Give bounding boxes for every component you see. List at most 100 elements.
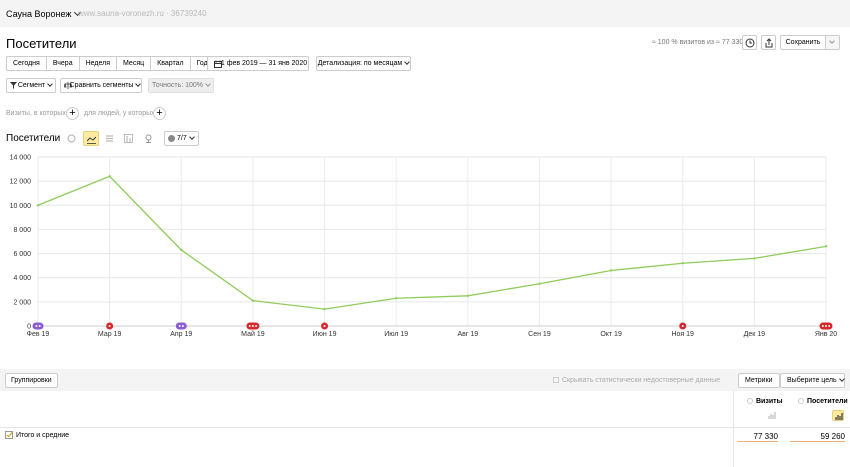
add-people-filter-button[interactable]: +	[153, 107, 166, 120]
total-visitors: 59 260	[820, 432, 845, 441]
compare-segments-button[interactable]: Сравнить сегменты	[60, 78, 142, 93]
save-button[interactable]: Сохранить	[780, 35, 826, 50]
annotation-marker[interactable]	[32, 322, 44, 330]
annotation-dot	[181, 325, 184, 327]
annotation-dot	[255, 325, 258, 327]
annotation-marker[interactable]	[106, 322, 114, 330]
chevron-down-icon	[47, 81, 53, 87]
data-point	[538, 282, 541, 285]
checkbox-icon	[553, 377, 559, 384]
counter-meta: www.sauna-voronezh.ru · 36739240	[78, 9, 207, 18]
chevron-down-icon	[404, 59, 411, 65]
chart-title: Посетители	[6, 133, 61, 144]
period-quarter[interactable]: Квартал	[150, 56, 191, 71]
chart-type-stacked[interactable]	[102, 131, 118, 146]
total-visits-bar	[737, 441, 778, 442]
data-point	[681, 262, 684, 265]
annotation-marker[interactable]	[246, 322, 260, 330]
data-point	[180, 248, 183, 252]
column-visitors[interactable]: Посетители	[798, 398, 848, 405]
map-pin-icon	[145, 134, 152, 143]
groupings-button[interactable]: Группировки	[5, 373, 58, 388]
x-tick-label: Май 19	[241, 330, 265, 338]
x-tick-label: Мар 19	[98, 331, 122, 338]
people-filter-hint: для людей, у которых	[84, 110, 155, 117]
accuracy-label: Точность: 100%	[151, 82, 204, 89]
bar-chart-icon	[124, 134, 133, 143]
compare-label: Сравнить сегменты	[69, 82, 134, 89]
add-visits-filter-button[interactable]: +	[66, 107, 79, 120]
y-tick-label: 10 000	[10, 203, 32, 210]
annotation-marker[interactable]	[679, 322, 687, 330]
annotation-badge	[32, 322, 44, 330]
annotation-dot	[681, 325, 684, 327]
data-point	[609, 269, 613, 272]
plus-icon: +	[69, 107, 76, 119]
annotation-marker[interactable]	[819, 322, 833, 330]
counter-selector[interactable]: Сауна Воронеж	[6, 8, 82, 19]
export-button[interactable]	[761, 35, 776, 50]
data-point	[323, 307, 326, 311]
x-tick-label: Авг 19	[457, 331, 478, 338]
segment-button[interactable]: Сегмент	[6, 78, 56, 93]
column-visits[interactable]: Визиты	[747, 398, 783, 405]
save-options-button[interactable]	[825, 35, 840, 50]
bar-chart-icon	[768, 412, 776, 419]
filter-icon	[10, 82, 17, 89]
top-bar: Сауна Воронеж www.sauna-voronezh.ru · 36…	[0, 0, 850, 27]
chart-toggle-visits[interactable]	[766, 410, 778, 421]
bar-chart-icon	[835, 413, 843, 420]
history-button[interactable]	[742, 35, 757, 50]
totals-label: Итого и средние	[16, 432, 70, 439]
chart-type-line[interactable]	[83, 131, 99, 146]
share-icon	[765, 38, 773, 48]
period-week[interactable]: Неделя	[78, 56, 118, 71]
annotation-dot	[825, 325, 827, 327]
hide-unreliable-checkbox[interactable]: Скрывать статистически недостоверные дан…	[553, 377, 720, 384]
chart-toggle-visitors[interactable]	[832, 410, 844, 421]
chart-metrics-select[interactable]: 7/7	[164, 131, 199, 146]
y-tick-label: 8 000	[13, 227, 31, 234]
metrics-button[interactable]: Метрики	[738, 373, 780, 388]
chart-type-bar[interactable]	[121, 131, 137, 146]
chart-type-pie[interactable]	[64, 131, 80, 146]
line-chart-icon	[87, 136, 96, 144]
page-title: Посетители	[6, 36, 77, 51]
x-tick-label: Июл 19	[384, 331, 408, 338]
x-tick-label: Июн 19	[313, 331, 337, 338]
data-point	[36, 204, 40, 207]
accuracy-select[interactable]: Точность: 100%	[148, 78, 214, 93]
date-range-picker[interactable]: 1 фев 2019 — 31 янв 2020	[207, 56, 309, 71]
total-visits: 77 330	[753, 432, 778, 441]
stacked-chart-icon	[106, 135, 113, 142]
chevron-down-icon	[188, 134, 195, 140]
x-tick-label: Янв 20	[815, 331, 837, 338]
column-visitors-label: Посетители	[807, 398, 848, 405]
sample-info[interactable]: ≈ 100 % визитов из ≈ 77 330	[652, 39, 743, 46]
period-month[interactable]: Месяц	[116, 56, 152, 71]
chart-type-map[interactable]	[141, 131, 157, 146]
data-point	[108, 175, 111, 178]
data-point	[824, 245, 828, 248]
annotation-marker[interactable]	[175, 322, 187, 330]
period-yesterday[interactable]: Вчера	[45, 56, 80, 71]
data-point	[251, 299, 255, 302]
y-tick-label: 4 000	[13, 275, 31, 282]
checkmark-icon	[6, 430, 13, 438]
period-today[interactable]: Сегодня	[6, 56, 47, 71]
x-tick-label: Окт 19	[600, 331, 622, 338]
detail-select[interactable]: Детализация: по месяцам	[316, 56, 411, 71]
radio-icon	[747, 398, 753, 405]
plus-icon: +	[156, 107, 163, 119]
totals-checkbox[interactable]	[5, 430, 13, 439]
y-tick-label: 2 000	[13, 299, 31, 306]
annotation-dot	[108, 325, 111, 327]
hide-unreliable-label: Скрывать статистически недостоверные дан…	[562, 377, 721, 384]
visits-filter-hint: Визиты, в которых	[6, 110, 66, 117]
goal-select[interactable]: Выберите цель	[780, 373, 845, 388]
chevron-down-icon	[829, 38, 835, 44]
annotation-marker[interactable]	[321, 322, 329, 330]
x-tick-label: Сен 19	[528, 331, 551, 338]
y-tick-label: 12 000	[10, 179, 32, 186]
y-tick-label: 14 000	[10, 155, 32, 162]
